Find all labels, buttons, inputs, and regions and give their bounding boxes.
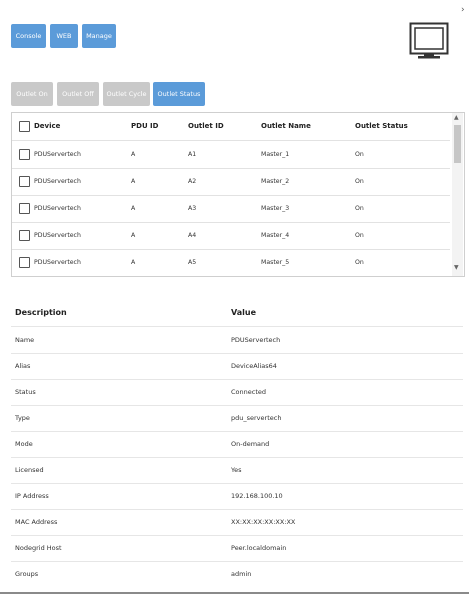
detail-value: PDUServertech bbox=[231, 336, 281, 344]
column-header-pdu-id[interactable]: PDU ID bbox=[131, 113, 158, 140]
detail-value: Peer.localdomain bbox=[231, 544, 287, 552]
outlet-name-cell: Master_3 bbox=[261, 205, 290, 212]
detail-value: Connected bbox=[231, 388, 267, 396]
detail-label: Name bbox=[15, 336, 35, 344]
row-checkbox[interactable] bbox=[19, 149, 30, 160]
detail-row: Type pdu_servertech bbox=[11, 405, 463, 432]
detail-label: Nodegrid Host bbox=[15, 544, 62, 552]
triangle-up-icon[interactable]: ▲ bbox=[454, 114, 459, 121]
table-row[interactable]: PDUServertech A A1 Master_1 On bbox=[12, 141, 450, 169]
select-all-checkbox[interactable] bbox=[19, 121, 30, 132]
bottom-divider bbox=[0, 592, 469, 594]
monitor-icon bbox=[409, 22, 449, 64]
row-checkbox[interactable] bbox=[19, 257, 30, 268]
manage-button[interactable]: Manage bbox=[82, 24, 116, 48]
table-scrollbar[interactable]: ▲ ▼ bbox=[452, 113, 463, 276]
outlet-name-cell: Master_2 bbox=[261, 178, 290, 185]
triangle-down-icon[interactable]: ▼ bbox=[454, 264, 459, 271]
outlet-id-cell: A4 bbox=[188, 232, 197, 239]
detail-row: Groups admin bbox=[11, 561, 463, 587]
detail-value: Yes bbox=[231, 466, 242, 474]
detail-value: XX:XX:XX:XX:XX:XX bbox=[231, 518, 296, 526]
scrollbar-thumb[interactable] bbox=[454, 125, 461, 163]
outlet-status-cell: On bbox=[355, 232, 364, 239]
console-button[interactable]: Console bbox=[11, 24, 46, 48]
outlet-name-cell: Master_5 bbox=[261, 259, 290, 266]
row-checkbox[interactable] bbox=[19, 203, 30, 214]
detail-value: On-demand bbox=[231, 440, 270, 448]
table-row[interactable]: PDUServertech A A3 Master_3 On bbox=[12, 195, 450, 223]
row-checkbox[interactable] bbox=[19, 176, 30, 187]
web-button[interactable]: WEB bbox=[50, 24, 78, 48]
outlet-id-cell: A3 bbox=[188, 205, 197, 212]
outlet-id-cell: A5 bbox=[188, 259, 197, 266]
pdu-id-cell: A bbox=[131, 232, 136, 239]
outlet-name-cell: Master_1 bbox=[261, 151, 290, 158]
table-row[interactable]: PDUServertech A A2 Master_2 On bbox=[12, 168, 450, 196]
detail-label: Mode bbox=[15, 440, 33, 448]
detail-row: IP Address 192.168.100.10 bbox=[11, 483, 463, 510]
table-header-row: Device PDU ID Outlet ID Outlet Name Outl… bbox=[12, 113, 450, 141]
detail-value: pdu_servertech bbox=[231, 414, 282, 422]
pdu-id-cell: A bbox=[131, 259, 136, 266]
outlet-cycle-button[interactable]: Outlet Cycle bbox=[103, 82, 150, 106]
column-header-outlet-status[interactable]: Outlet Status bbox=[355, 113, 408, 140]
outlet-status-cell: On bbox=[355, 151, 364, 158]
device-cell: PDUServertech bbox=[34, 178, 81, 185]
detail-value: admin bbox=[231, 570, 252, 578]
outlet-status-cell: On bbox=[355, 178, 364, 185]
detail-label: IP Address bbox=[15, 492, 49, 500]
value-column-header: Value bbox=[231, 308, 257, 317]
description-column-header: Description bbox=[15, 308, 67, 317]
outlet-id-cell: A1 bbox=[188, 151, 197, 158]
detail-label: MAC Address bbox=[15, 518, 58, 526]
detail-label: Licensed bbox=[15, 466, 44, 474]
outlet-status-cell: On bbox=[355, 205, 364, 212]
detail-row: Status Connected bbox=[11, 379, 463, 406]
detail-label: Alias bbox=[15, 362, 31, 370]
pdu-id-cell: A bbox=[131, 178, 136, 185]
chevron-right-icon[interactable]: › bbox=[461, 5, 465, 15]
detail-row: Name PDUServertech bbox=[11, 327, 463, 354]
column-header-device[interactable]: Device bbox=[34, 113, 60, 140]
detail-row: Nodegrid Host Peer.localdomain bbox=[11, 535, 463, 562]
device-cell: PDUServertech bbox=[34, 205, 81, 212]
table-row[interactable]: PDUServertech A A4 Master_4 On bbox=[12, 222, 450, 250]
detail-row: MAC Address XX:XX:XX:XX:XX:XX bbox=[11, 509, 463, 536]
column-header-outlet-name[interactable]: Outlet Name bbox=[261, 113, 311, 140]
pdu-id-cell: A bbox=[131, 151, 136, 158]
detail-label: Type bbox=[15, 414, 30, 422]
device-cell: PDUServertech bbox=[34, 232, 81, 239]
device-cell: PDUServertech bbox=[34, 151, 81, 158]
column-header-outlet-id[interactable]: Outlet ID bbox=[188, 113, 224, 140]
detail-row: Mode On-demand bbox=[11, 431, 463, 458]
detail-value: 192.168.100.10 bbox=[231, 492, 283, 500]
outlet-off-button[interactable]: Outlet Off bbox=[57, 82, 99, 106]
details-header-row: Description Value bbox=[11, 300, 463, 327]
detail-label: Status bbox=[15, 388, 36, 396]
outlet-status-cell: On bbox=[355, 259, 364, 266]
detail-row: Licensed Yes bbox=[11, 457, 463, 484]
pdu-id-cell: A bbox=[131, 205, 136, 212]
outlet-status-button[interactable]: Outlet Status bbox=[153, 82, 205, 106]
table-row[interactable]: PDUServertech A A5 Master_5 On bbox=[12, 249, 450, 276]
device-cell: PDUServertech bbox=[34, 259, 81, 266]
row-checkbox[interactable] bbox=[19, 230, 30, 241]
outlet-id-cell: A2 bbox=[188, 178, 197, 185]
detail-value: DeviceAlias64 bbox=[231, 362, 277, 370]
outlet-table: Device PDU ID Outlet ID Outlet Name Outl… bbox=[11, 112, 465, 277]
detail-row: Alias DeviceAlias64 bbox=[11, 353, 463, 380]
outlet-on-button[interactable]: Outlet On bbox=[11, 82, 53, 106]
detail-label: Groups bbox=[15, 570, 39, 578]
outlet-name-cell: Master_4 bbox=[261, 232, 290, 239]
